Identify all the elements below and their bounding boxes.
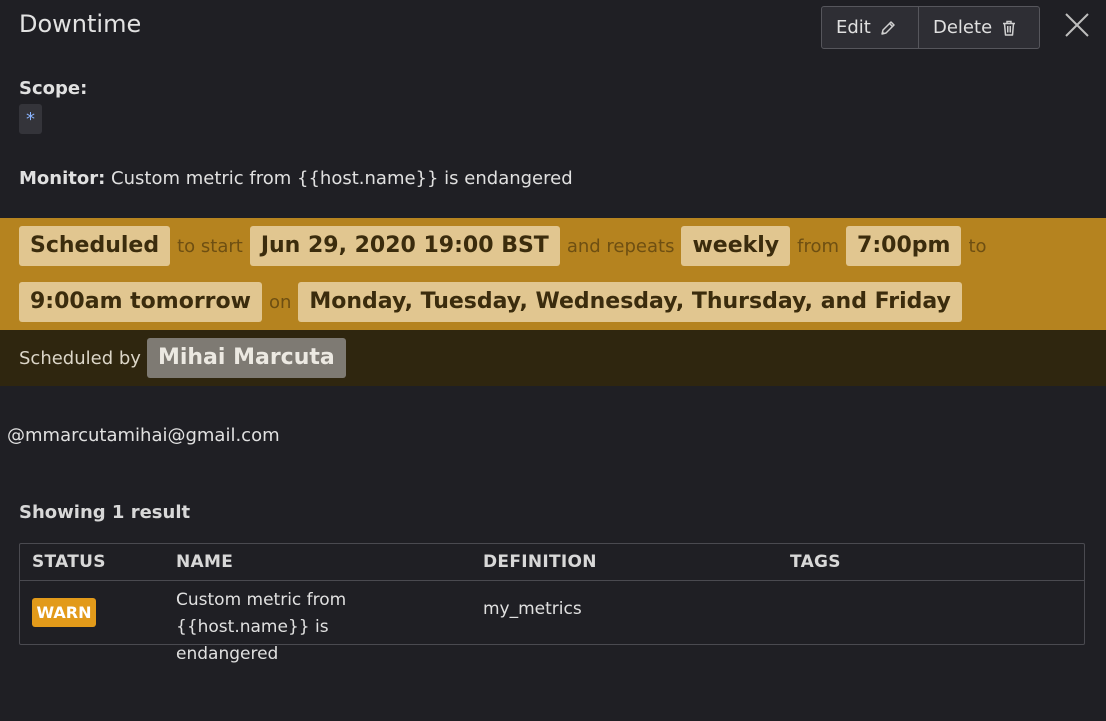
- monitor-name-cell[interactable]: Custom metric from {{host.name}} is enda…: [176, 587, 436, 668]
- schedule-row-1: Scheduled to start Jun 29, 2020 19:00 BS…: [19, 226, 994, 266]
- table-row[interactable]: WARN Custom metric from {{host.name}} is…: [20, 581, 1084, 664]
- schedule-connector: to start: [177, 235, 243, 257]
- schedule-days-pill: Monday, Tuesday, Wednesday, Thursday, an…: [298, 282, 962, 322]
- schedule-start-pill: Jun 29, 2020 19:00 BST: [249, 226, 560, 266]
- definition-cell: my_metrics: [483, 599, 582, 619]
- edit-button[interactable]: Edit: [822, 7, 919, 48]
- schedule-to-time-pill: 9:00am tomorrow: [19, 282, 262, 322]
- results-summary: Showing 1 result: [19, 502, 191, 523]
- scope-label: Scope:: [19, 78, 88, 99]
- table-header: STATUS NAME DEFINITION TAGS: [20, 544, 1084, 581]
- scheduled-by-bar: Scheduled by Mihai Marcuta: [0, 330, 1106, 386]
- close-icon[interactable]: [1064, 12, 1090, 38]
- schedule-connector: and repeats: [566, 235, 675, 257]
- trash-icon: [1003, 20, 1016, 36]
- edit-button-label: Edit: [836, 17, 871, 38]
- column-header-name[interactable]: NAME: [176, 552, 233, 572]
- scheduled-by-user: Mihai Marcuta: [146, 338, 346, 378]
- downtime-panel: Downtime Edit Delete Scope: * Monitor: C…: [0, 0, 1106, 721]
- delete-button[interactable]: Delete: [919, 7, 1039, 48]
- schedule-status-pill: Scheduled: [19, 226, 171, 266]
- schedule-connector: to: [968, 235, 987, 257]
- column-header-tags[interactable]: TAGS: [790, 552, 841, 572]
- schedule-from-time-pill: 7:00pm: [846, 226, 962, 266]
- column-header-status[interactable]: STATUS: [32, 552, 106, 572]
- column-header-definition[interactable]: DEFINITION: [483, 552, 597, 572]
- scheduled-by: Scheduled by Mihai Marcuta: [19, 338, 346, 378]
- monitor-label: Monitor:: [19, 168, 106, 189]
- pencil-icon: [881, 20, 895, 35]
- page-title: Downtime: [19, 10, 142, 38]
- status-badge: WARN: [32, 598, 96, 627]
- schedule-frequency-pill: weekly: [681, 226, 791, 266]
- monitor-line: Monitor: Custom metric from {{host.name}…: [19, 168, 573, 189]
- schedule-summary: Scheduled to start Jun 29, 2020 19:00 BS…: [0, 218, 1106, 330]
- action-button-group: Edit Delete: [821, 6, 1040, 49]
- schedule-row-2: 9:00am tomorrow on Monday, Tuesday, Wedn…: [19, 282, 962, 322]
- monitor-value: Custom metric from {{host.name}} is enda…: [111, 168, 573, 189]
- schedule-connector: on: [268, 291, 292, 313]
- delete-button-label: Delete: [933, 17, 993, 38]
- scheduled-by-label: Scheduled by: [19, 347, 141, 369]
- results-table: STATUS NAME DEFINITION TAGS WARN Custom …: [19, 543, 1085, 664]
- scope-value: *: [19, 104, 42, 134]
- schedule-connector: from: [797, 235, 840, 257]
- downtime-message: @mmarcutamihai@gmail.com: [7, 425, 280, 446]
